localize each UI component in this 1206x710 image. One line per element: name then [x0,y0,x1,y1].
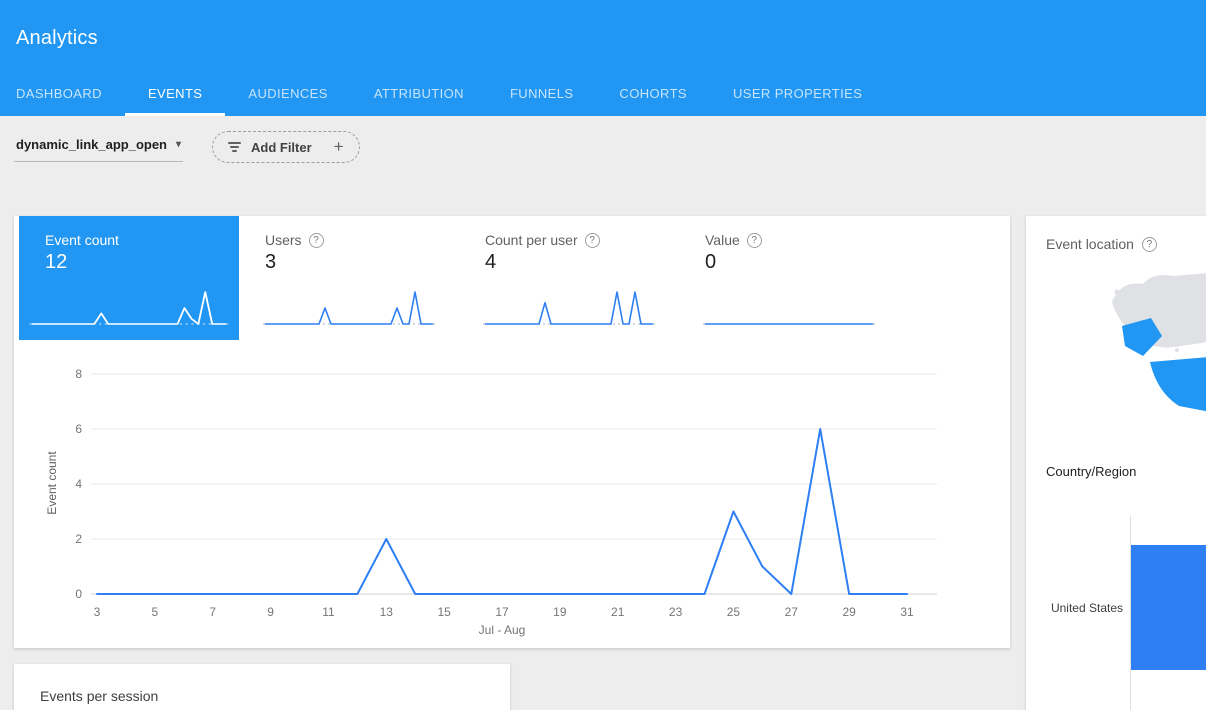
svg-text:23: 23 [669,605,683,619]
svg-text:29: 29 [842,605,856,619]
metric-value: 4 [485,251,679,274]
svg-text:5: 5 [152,605,159,619]
count-per-user-sparkline [479,284,659,332]
events-chart-card: Event count 12 Users ? 3 Count per user … [14,216,1010,648]
metric-tabs: Event count 12 Users ? 3 Count per user … [19,216,899,340]
svg-text:8: 8 [75,367,82,381]
tab-cohorts[interactable]: COHORTS [596,71,710,116]
help-icon[interactable]: ? [1142,237,1157,252]
metric-tab-count-per-user[interactable]: Count per user ? 4 [459,216,679,340]
event-count-line-chart: Event count 0246835791113151719212325272… [32,354,997,646]
tab-events[interactable]: EVENTS [125,71,225,116]
metric-value: 0 [705,251,899,274]
metric-tab-event-count[interactable]: Event count 12 [19,216,239,340]
event-selector-dropdown[interactable]: dynamic_link_app_open ▾ [14,132,183,162]
united-states-bar[interactable] [1131,545,1206,670]
svg-text:3: 3 [94,605,101,619]
event-count-sparkline [25,284,233,332]
metric-tab-users[interactable]: Users ? 3 [239,216,459,340]
svg-text:31: 31 [900,605,914,619]
chevron-down-icon: ▾ [176,139,181,150]
value-sparkline [699,284,879,332]
world-map [1081,262,1206,452]
add-filter-label: Add Filter [251,140,312,155]
metric-tab-value[interactable]: Value ? 0 [679,216,899,340]
svg-text:21: 21 [611,605,625,619]
svg-text:11: 11 [322,605,335,619]
plus-icon: + [334,137,344,157]
events-per-session-card: Events per session [14,664,510,710]
help-icon[interactable]: ? [747,233,762,248]
event-location-card: Event location ? Country/Region United S… [1026,216,1206,710]
help-icon[interactable]: ? [309,233,324,248]
filter-icon [228,142,241,152]
country-row-label: United States [1026,601,1123,615]
svg-text:17: 17 [495,605,509,619]
svg-text:4: 4 [75,477,82,491]
metric-value: 12 [45,251,239,274]
svg-text:27: 27 [785,605,799,619]
metric-label: Users [265,232,302,248]
svg-text:2: 2 [75,532,82,546]
svg-text:Jul - Aug: Jul - Aug [479,623,526,637]
svg-text:15: 15 [437,605,451,619]
metric-value: 3 [265,251,459,274]
add-filter-button[interactable]: Add Filter + [212,131,360,163]
event-selector-value: dynamic_link_app_open [16,137,167,152]
tab-audiences[interactable]: AUDIENCES [225,71,350,116]
line-chart-svg: 0 2 4 6 8 3 5 7 9 11 13 15 17 19 21 23 25 27 29 31 Jul - Aug [32,354,997,646]
svg-text:0: 0 [75,587,82,601]
tab-user-properties[interactable]: USER PROPERTIES [710,71,885,116]
card-title: Events per session [14,664,510,704]
svg-text:13: 13 [380,605,394,619]
tab-funnels[interactable]: FUNNELS [487,71,596,116]
svg-text:25: 25 [727,605,741,619]
tab-dashboard[interactable]: DASHBOARD [16,71,125,116]
page-title: Analytics [16,27,98,50]
metric-label: Value [705,232,740,248]
analytics-page: Analytics DASHBOARD EVENTS AUDIENCES ATT… [0,0,1206,710]
svg-text:9: 9 [267,605,274,619]
country-region-header: Country/Region [1046,464,1136,479]
users-sparkline [259,284,439,332]
tab-attribution[interactable]: ATTRIBUTION [351,71,487,116]
card-title: Event location [1046,236,1134,252]
metric-label: Count per user [485,232,578,248]
svg-text:7: 7 [209,605,216,619]
app-header: Analytics DASHBOARD EVENTS AUDIENCES ATT… [0,0,1206,116]
tab-bar: DASHBOARD EVENTS AUDIENCES ATTRIBUTION F… [0,71,885,116]
metric-label: Event count [45,232,239,248]
svg-text:6: 6 [75,422,82,436]
svg-text:19: 19 [553,605,567,619]
help-icon[interactable]: ? [585,233,600,248]
